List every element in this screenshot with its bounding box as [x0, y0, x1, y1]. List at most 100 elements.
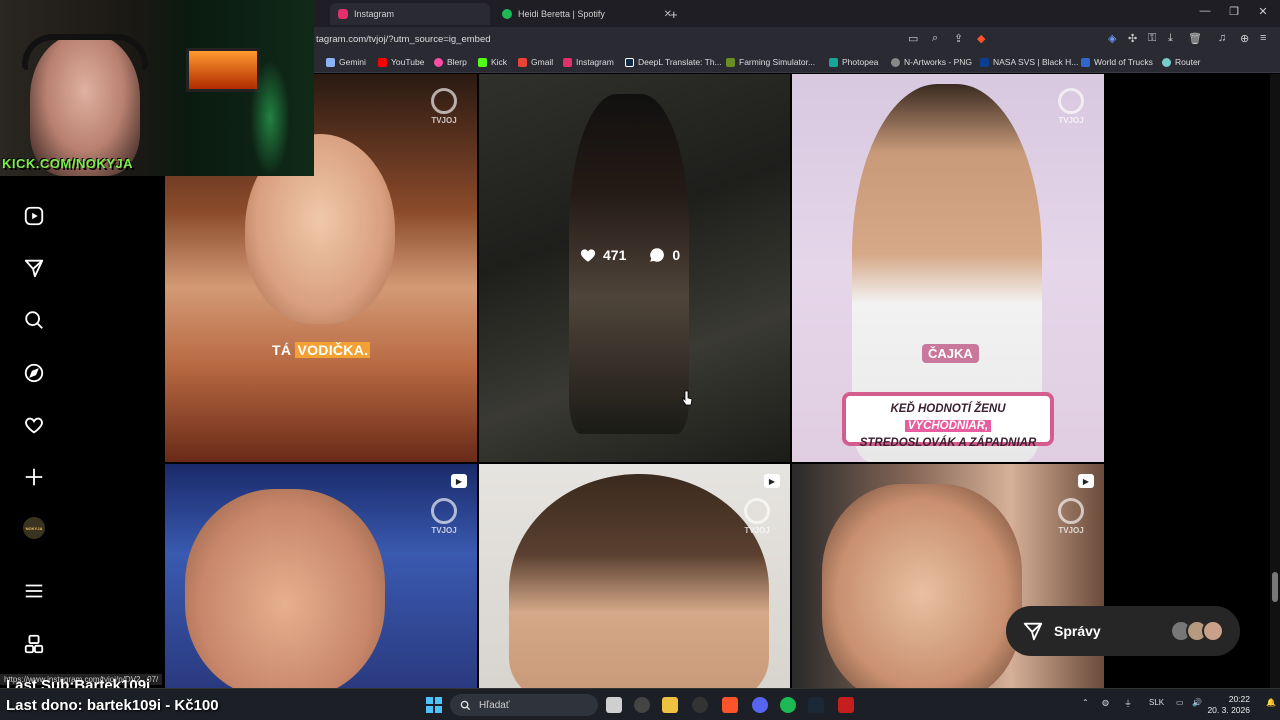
task-view-icon[interactable] — [606, 697, 622, 713]
green-light — [250, 60, 290, 176]
reels-button[interactable] — [20, 202, 48, 230]
tvjoj-logo: TVJOJ — [742, 498, 772, 536]
more-menu-button[interactable] — [20, 577, 48, 605]
messages-button[interactable] — [20, 254, 48, 282]
bookmark-blerp[interactable]: Blerp — [434, 57, 467, 67]
leo-icon[interactable]: ◈ — [1108, 32, 1116, 45]
blerp-icon — [434, 57, 443, 67]
language-indicator[interactable]: SLK — [1149, 698, 1164, 707]
tray-app-icon[interactable]: ◍ — [1102, 698, 1109, 707]
tvjoj-logo-text: TVJOJ — [744, 526, 770, 535]
playlist-icon[interactable]: ♫ — [1218, 32, 1226, 44]
new-tab-button[interactable]: + — [662, 3, 682, 25]
brave-icon[interactable] — [722, 697, 738, 713]
menu-icon[interactable]: ≡ — [1260, 32, 1266, 44]
headphones — [22, 34, 148, 70]
scrollbar-thumb[interactable] — [1272, 572, 1278, 602]
bookmark-worldoftrucks[interactable]: World of Trucks — [1081, 57, 1153, 67]
volume-icon[interactable]: 🔊 — [1192, 698, 1202, 707]
page-scrollbar[interactable] — [1270, 74, 1280, 688]
tray-chevron-icon[interactable]: ⌃ — [1082, 698, 1089, 707]
post-tile[interactable]: ▶ TVJOJ — [165, 464, 477, 688]
bookmark-label: N-Artworks - PNG — [904, 57, 972, 67]
file-explorer-icon[interactable] — [662, 697, 678, 713]
send-icon — [24, 259, 44, 278]
vpn-icon[interactable]: ⊕ — [1240, 32, 1249, 45]
menu-icon — [25, 584, 43, 598]
likes-stat: 471 — [579, 246, 626, 264]
network-icon[interactable]: ▭ — [1176, 698, 1184, 707]
spotify-icon[interactable] — [780, 697, 796, 713]
profile-button[interactable]: NOKYJA — [20, 514, 48, 542]
apps-button[interactable] — [20, 630, 48, 658]
likes-count: 471 — [603, 247, 627, 263]
bookmark-kick[interactable]: Kick — [478, 57, 507, 67]
globe-icon — [891, 57, 900, 67]
bookmark-nasa[interactable]: NASA SVS | Black H... — [980, 57, 1078, 67]
bookmark-nartworks[interactable]: N-Artworks - PNG — [891, 57, 972, 67]
url-field[interactable]: tagram.com/tvjoj/?utm_source=ig_embed — [316, 34, 491, 45]
bookmark-farming[interactable]: Farming Simulator... — [726, 57, 815, 67]
key-icon[interactable]: ⚿ — [1148, 32, 1156, 45]
tvjoj-logo-text: TVJOJ — [1058, 116, 1084, 125]
person-photo — [509, 474, 769, 688]
plus-icon — [25, 468, 43, 486]
close-window-button[interactable]: ✕ — [1248, 5, 1278, 18]
bookmark-label: Blerp — [447, 57, 467, 67]
downloads-icon[interactable]: ⤓ — [1168, 32, 1173, 45]
maximize-button[interactable]: ❐ — [1219, 5, 1249, 18]
youtube-icon — [378, 57, 387, 67]
tab-spotify[interactable]: Heidi Beretta | Spotify ✕ — [494, 3, 678, 25]
zoom-icon[interactable]: ⌕ — [932, 32, 938, 45]
bookmark-deepl[interactable]: DeepL Translate: Th... — [625, 57, 722, 67]
profile-avatar-text: NOKYJA — [25, 525, 43, 531]
system-clock[interactable]: 20:22 20. 3. 2026 — [1207, 694, 1250, 716]
create-button[interactable] — [20, 463, 48, 491]
minimize-button[interactable]: — — [1190, 5, 1220, 17]
bookmark-instagram[interactable]: Instagram — [563, 57, 614, 67]
search-button[interactable] — [20, 306, 48, 334]
bookmark-youtube[interactable]: YouTube — [378, 57, 424, 67]
trash-icon[interactable]: 🗑 — [1188, 32, 1202, 45]
person-photo — [822, 484, 1022, 688]
discord-icon[interactable] — [752, 697, 768, 713]
taskbar-search[interactable]: Hľadať — [450, 694, 598, 716]
bookmark-label: NASA SVS | Black H... — [993, 57, 1079, 67]
steam-icon[interactable] — [808, 697, 824, 713]
bookmark-gemini[interactable]: Gemini — [326, 57, 366, 67]
bookmark-label: YouTube — [391, 57, 425, 67]
avatar — [1202, 620, 1224, 642]
bookmark-label: Photopea — [842, 57, 879, 67]
screen-icon[interactable]: ▭ — [908, 32, 918, 45]
extensions-icon[interactable]: ✣ — [1128, 32, 1137, 45]
bookmark-label: Instagram — [576, 57, 614, 67]
tvjoj-logo: TVJOJ — [429, 498, 459, 536]
messages-widget[interactable]: Správy — [1006, 606, 1240, 656]
tray-usb-icon[interactable]: ⏚ — [1124, 698, 1132, 709]
notifications-button[interactable] — [20, 411, 48, 439]
caption-text: TÁ — [272, 342, 292, 358]
bookmark-gmail[interactable]: Gmail — [518, 57, 553, 67]
post-tile-hovered[interactable]: 471 0 — [479, 74, 790, 462]
post-tile[interactable]: TVJOJ ČAJKA KEĎ HODNOTÍ ŽENU VÝCHODNIAR,… — [792, 74, 1104, 462]
bookmark-label: World of Trucks — [1094, 57, 1153, 67]
reel-badge: ▶ — [764, 474, 780, 488]
start-button[interactable] — [426, 697, 442, 713]
share-icon[interactable]: ⇪ — [954, 32, 963, 45]
voicemod-icon[interactable] — [838, 697, 854, 713]
tab-instagram[interactable]: Instagram — [330, 3, 490, 25]
bookmark-label: Gemini — [339, 57, 366, 67]
explore-button[interactable] — [20, 359, 48, 387]
tvjoj-logo-text: TVJOJ — [431, 526, 457, 535]
play-icon: ▶ — [768, 476, 776, 486]
heart-filled-icon — [580, 249, 596, 262]
post-tile[interactable]: ▶ TVJOJ — [479, 464, 790, 688]
bookmark-photopea[interactable]: Photopea — [829, 57, 878, 67]
notifications-icon[interactable]: 🔔 — [1266, 698, 1276, 707]
brave-shield-icon[interactable]: ◆ — [977, 32, 985, 45]
obs-icon[interactable] — [634, 697, 650, 713]
search-icon — [25, 311, 43, 329]
app-icon[interactable] — [692, 697, 708, 713]
wot-icon — [1081, 57, 1090, 67]
bookmark-router[interactable]: Router — [1162, 57, 1201, 67]
